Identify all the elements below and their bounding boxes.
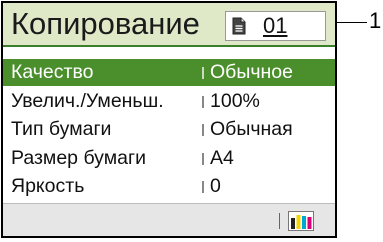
setting-value: A4 xyxy=(210,146,234,169)
setting-value: 100% xyxy=(210,89,260,112)
setting-value: Обычная xyxy=(210,118,293,140)
document-icon xyxy=(232,17,246,35)
setting-label: Тип бумаги xyxy=(11,118,112,140)
setting-value: 0 xyxy=(210,175,221,197)
lcd-screen: Копирование 01 Качество Обычное Увелич./… xyxy=(1,1,337,238)
setting-row-quality[interactable]: Качество Обычное xyxy=(3,59,335,86)
status-separator xyxy=(279,213,280,229)
setting-label: Увелич./Уменьш. xyxy=(11,89,164,112)
screen-title: Копирование xyxy=(11,6,200,41)
setting-row-enlarge-reduce[interactable]: Увелич./Уменьш. 100% xyxy=(3,88,335,115)
copies-count: 01 xyxy=(263,13,288,38)
separator xyxy=(202,181,204,193)
separator xyxy=(202,152,204,165)
setting-label: Яркость xyxy=(11,175,85,197)
copies-counter[interactable]: 01 xyxy=(225,11,326,41)
callout-number: 1 xyxy=(369,8,382,33)
settings-list: Качество Обычное Увелич./Уменьш. 100% Ти… xyxy=(3,59,335,200)
separator xyxy=(202,95,204,108)
setting-row-brightness[interactable]: Яркость 0 xyxy=(3,173,335,200)
setting-row-paper-size[interactable]: Размер бумаги A4 xyxy=(3,145,335,172)
setting-value: Обычное xyxy=(210,61,293,83)
title-bar: Копирование 01 xyxy=(3,3,335,47)
status-bar xyxy=(3,203,335,236)
separator xyxy=(202,124,204,136)
separator xyxy=(202,67,204,79)
setting-label: Качество xyxy=(11,61,94,83)
ink-level-icon[interactable] xyxy=(288,211,314,231)
callout-line xyxy=(337,22,367,23)
setting-label: Размер бумаги xyxy=(11,146,146,169)
setting-row-paper-type[interactable]: Тип бумаги Обычная xyxy=(3,116,335,143)
